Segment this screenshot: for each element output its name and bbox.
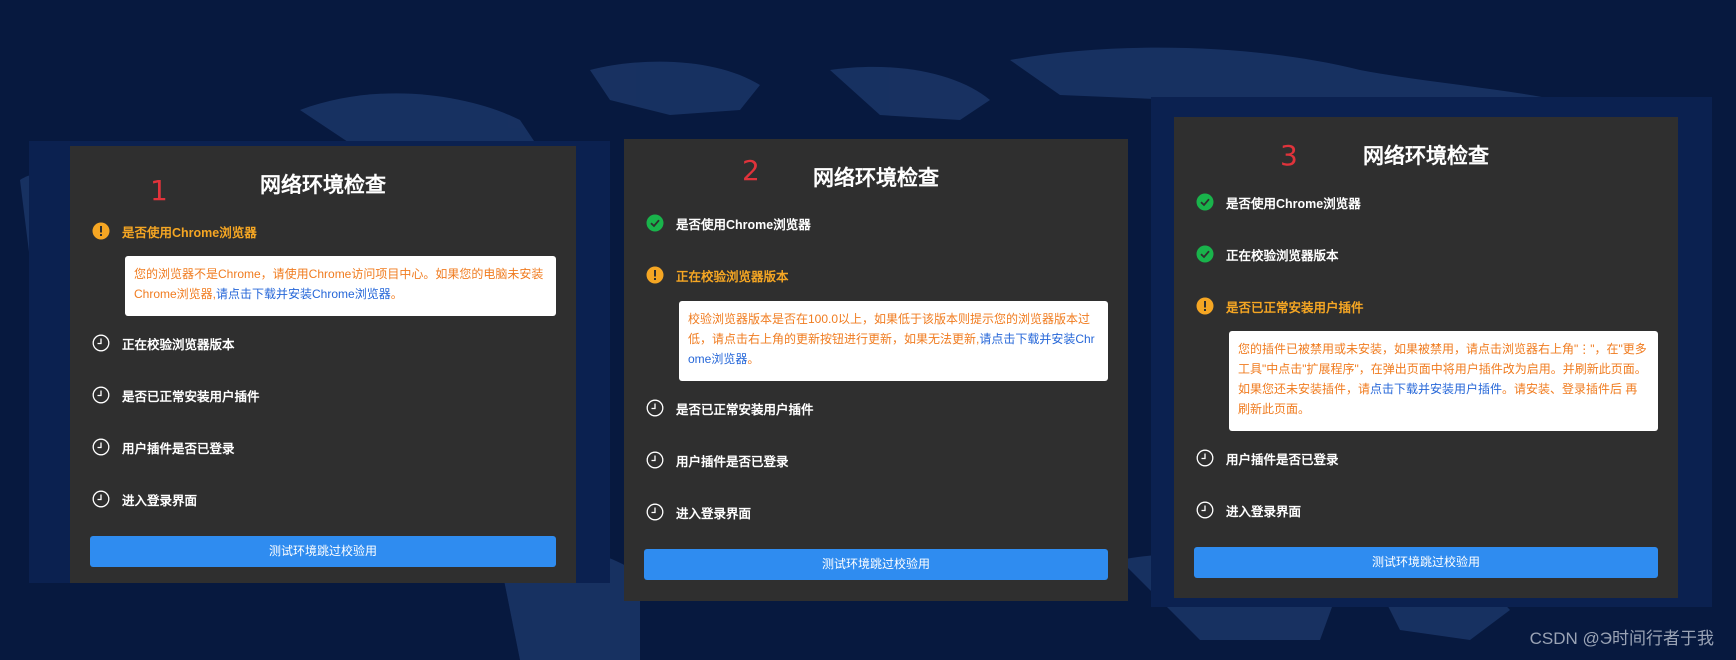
message-line: 您的插件已被禁用或未安装，如果被禁用，请点击浏览器右上角"⋮"，在"更多: [1238, 342, 1647, 356]
message-line: ome浏览器。: [688, 349, 1099, 369]
step-label: 是否使用Chrome浏览器: [1226, 196, 1361, 211]
step-label: 是否使用Chrome浏览器: [122, 225, 257, 240]
step-label: 是否已正常安装用户插件: [676, 402, 814, 417]
clock-icon: [646, 451, 664, 469]
message-text: 如果您还未安装插件，请: [1238, 382, 1371, 396]
step-plugin-install: 是否已正常安装用户插件: [92, 385, 260, 405]
check-circle-icon: [1196, 245, 1214, 263]
download-chrome-link[interactable]: 请点击下载并安装Chrome浏览器: [216, 287, 391, 301]
network-check-panel-1: 1 网络环境检查 是否使用Chrome浏览器 您的浏览器不是Chrome，请使用…: [70, 146, 576, 583]
warning-message-box: 您的浏览器不是Chrome，请使用Chrome访问项目中心。如果您的电脑未安装 …: [125, 256, 556, 316]
step-enter-login: 进入登录界面: [1196, 500, 1301, 520]
message-line: 低，请点击右上角的更新按钮进行更新，如果无法更新,请点击下载并安装Chr: [688, 329, 1099, 349]
warning-message-box: 您的插件已被禁用或未安装，如果被禁用，请点击浏览器右上角"⋮"，在"更多 工具"…: [1229, 331, 1658, 431]
step-label: 进入登录界面: [122, 493, 198, 508]
skip-check-button[interactable]: 测试环境跳过校验用: [644, 549, 1108, 580]
step-enter-login: 进入登录界面: [646, 502, 751, 522]
message-text: 。请安装、登录插件后 再: [1502, 382, 1638, 396]
step-enter-login: 进入登录界面: [92, 489, 197, 509]
step-plugin-login: 用户插件是否已登录: [92, 437, 235, 457]
step-label: 用户插件是否已登录: [676, 454, 789, 469]
clock-icon: [92, 490, 110, 508]
message-line: 如果您还未安装插件，请点击下载并安装用户插件。请安装、登录插件后 再: [1238, 379, 1649, 399]
download-chrome-link[interactable]: 请点击下载并安装Chr: [979, 332, 1094, 346]
step-label: 正在校验浏览器版本: [122, 337, 235, 352]
panel-title: 网络环境检查: [1363, 145, 1489, 168]
message-line: 工具"中点击"扩展程序"，在弹出页面中将用户插件改为启用。并刷新此页面。: [1238, 362, 1647, 376]
clock-icon: [646, 503, 664, 521]
clock-icon: [646, 399, 664, 417]
exclamation-circle-icon: [1196, 297, 1214, 315]
step-label: 是否已正常安装用户插件: [122, 389, 260, 404]
check-circle-icon: [1196, 193, 1214, 211]
message-line: 刷新此页面。: [1238, 402, 1311, 416]
network-check-panel-2: 2 网络环境检查 是否使用Chrome浏览器 正在校验浏览器版本 校验浏览器版本…: [624, 139, 1128, 601]
step-version-check: 正在校验浏览器版本: [1196, 244, 1339, 264]
step-label: 正在校验浏览器版本: [1226, 248, 1339, 263]
exclamation-circle-icon: [646, 266, 664, 284]
panel-title: 网络环境检查: [260, 174, 386, 197]
step-label: 是否已正常安装用户插件: [1226, 300, 1364, 315]
clock-icon: [92, 334, 110, 352]
message-line: 校验浏览器版本是否在100.0以上，如果低于该版本则提示您的浏览器版本过: [688, 312, 1091, 326]
step-plugin-login: 用户插件是否已登录: [1196, 448, 1339, 468]
message-line: 您的浏览器不是Chrome，请使用Chrome访问项目中心。如果您的电脑未安装: [134, 267, 544, 281]
network-check-panel-3: 3 网络环境检查 是否使用Chrome浏览器 正在校验浏览器版本 是否已正常安装…: [1174, 117, 1678, 598]
download-chrome-link[interactable]: ome浏览器: [688, 352, 747, 366]
csdn-watermark: CSDN @Э时间行者于我: [1529, 629, 1714, 648]
step-version-check: 正在校验浏览器版本: [92, 333, 235, 353]
clock-icon: [92, 438, 110, 456]
step-label: 进入登录界面: [1226, 504, 1302, 519]
step-version-check: 正在校验浏览器版本: [646, 265, 789, 285]
step-label: 是否使用Chrome浏览器: [676, 217, 811, 232]
message-text: 。: [390, 287, 403, 301]
panel-title: 网络环境检查: [813, 167, 939, 190]
check-circle-icon: [646, 214, 664, 232]
step-label: 用户插件是否已登录: [122, 441, 235, 456]
skip-check-button[interactable]: 测试环境跳过校验用: [90, 536, 556, 567]
message-text: 。: [747, 352, 760, 366]
exclamation-circle-icon: [92, 222, 110, 240]
step-plugin-install: 是否已正常安装用户插件: [646, 398, 814, 418]
skip-check-button[interactable]: 测试环境跳过校验用: [1194, 547, 1658, 578]
clock-icon: [1196, 449, 1214, 467]
step-chrome-check: 是否使用Chrome浏览器: [92, 221, 257, 241]
step-chrome-check: 是否使用Chrome浏览器: [1196, 192, 1361, 212]
download-plugin-link[interactable]: 点击下载并安装用户插件: [1370, 382, 1502, 396]
clock-icon: [1196, 501, 1214, 519]
step-label: 用户插件是否已登录: [1226, 452, 1339, 467]
step-plugin-login: 用户插件是否已登录: [646, 450, 789, 470]
step-chrome-check: 是否使用Chrome浏览器: [646, 213, 811, 233]
message-text: Chrome浏览器,: [134, 287, 217, 301]
clock-icon: [92, 386, 110, 404]
step-label: 进入登录界面: [676, 506, 752, 521]
message-line: Chrome浏览器,请点击下载并安装Chrome浏览器。: [134, 284, 547, 304]
warning-message-box: 校验浏览器版本是否在100.0以上，如果低于该版本则提示您的浏览器版本过 低，请…: [679, 301, 1108, 381]
step-label: 正在校验浏览器版本: [676, 269, 789, 284]
step-plugin-install: 是否已正常安装用户插件: [1196, 296, 1364, 316]
message-text: 低，请点击右上角的更新按钮进行更新，如果无法更新,: [688, 332, 980, 346]
